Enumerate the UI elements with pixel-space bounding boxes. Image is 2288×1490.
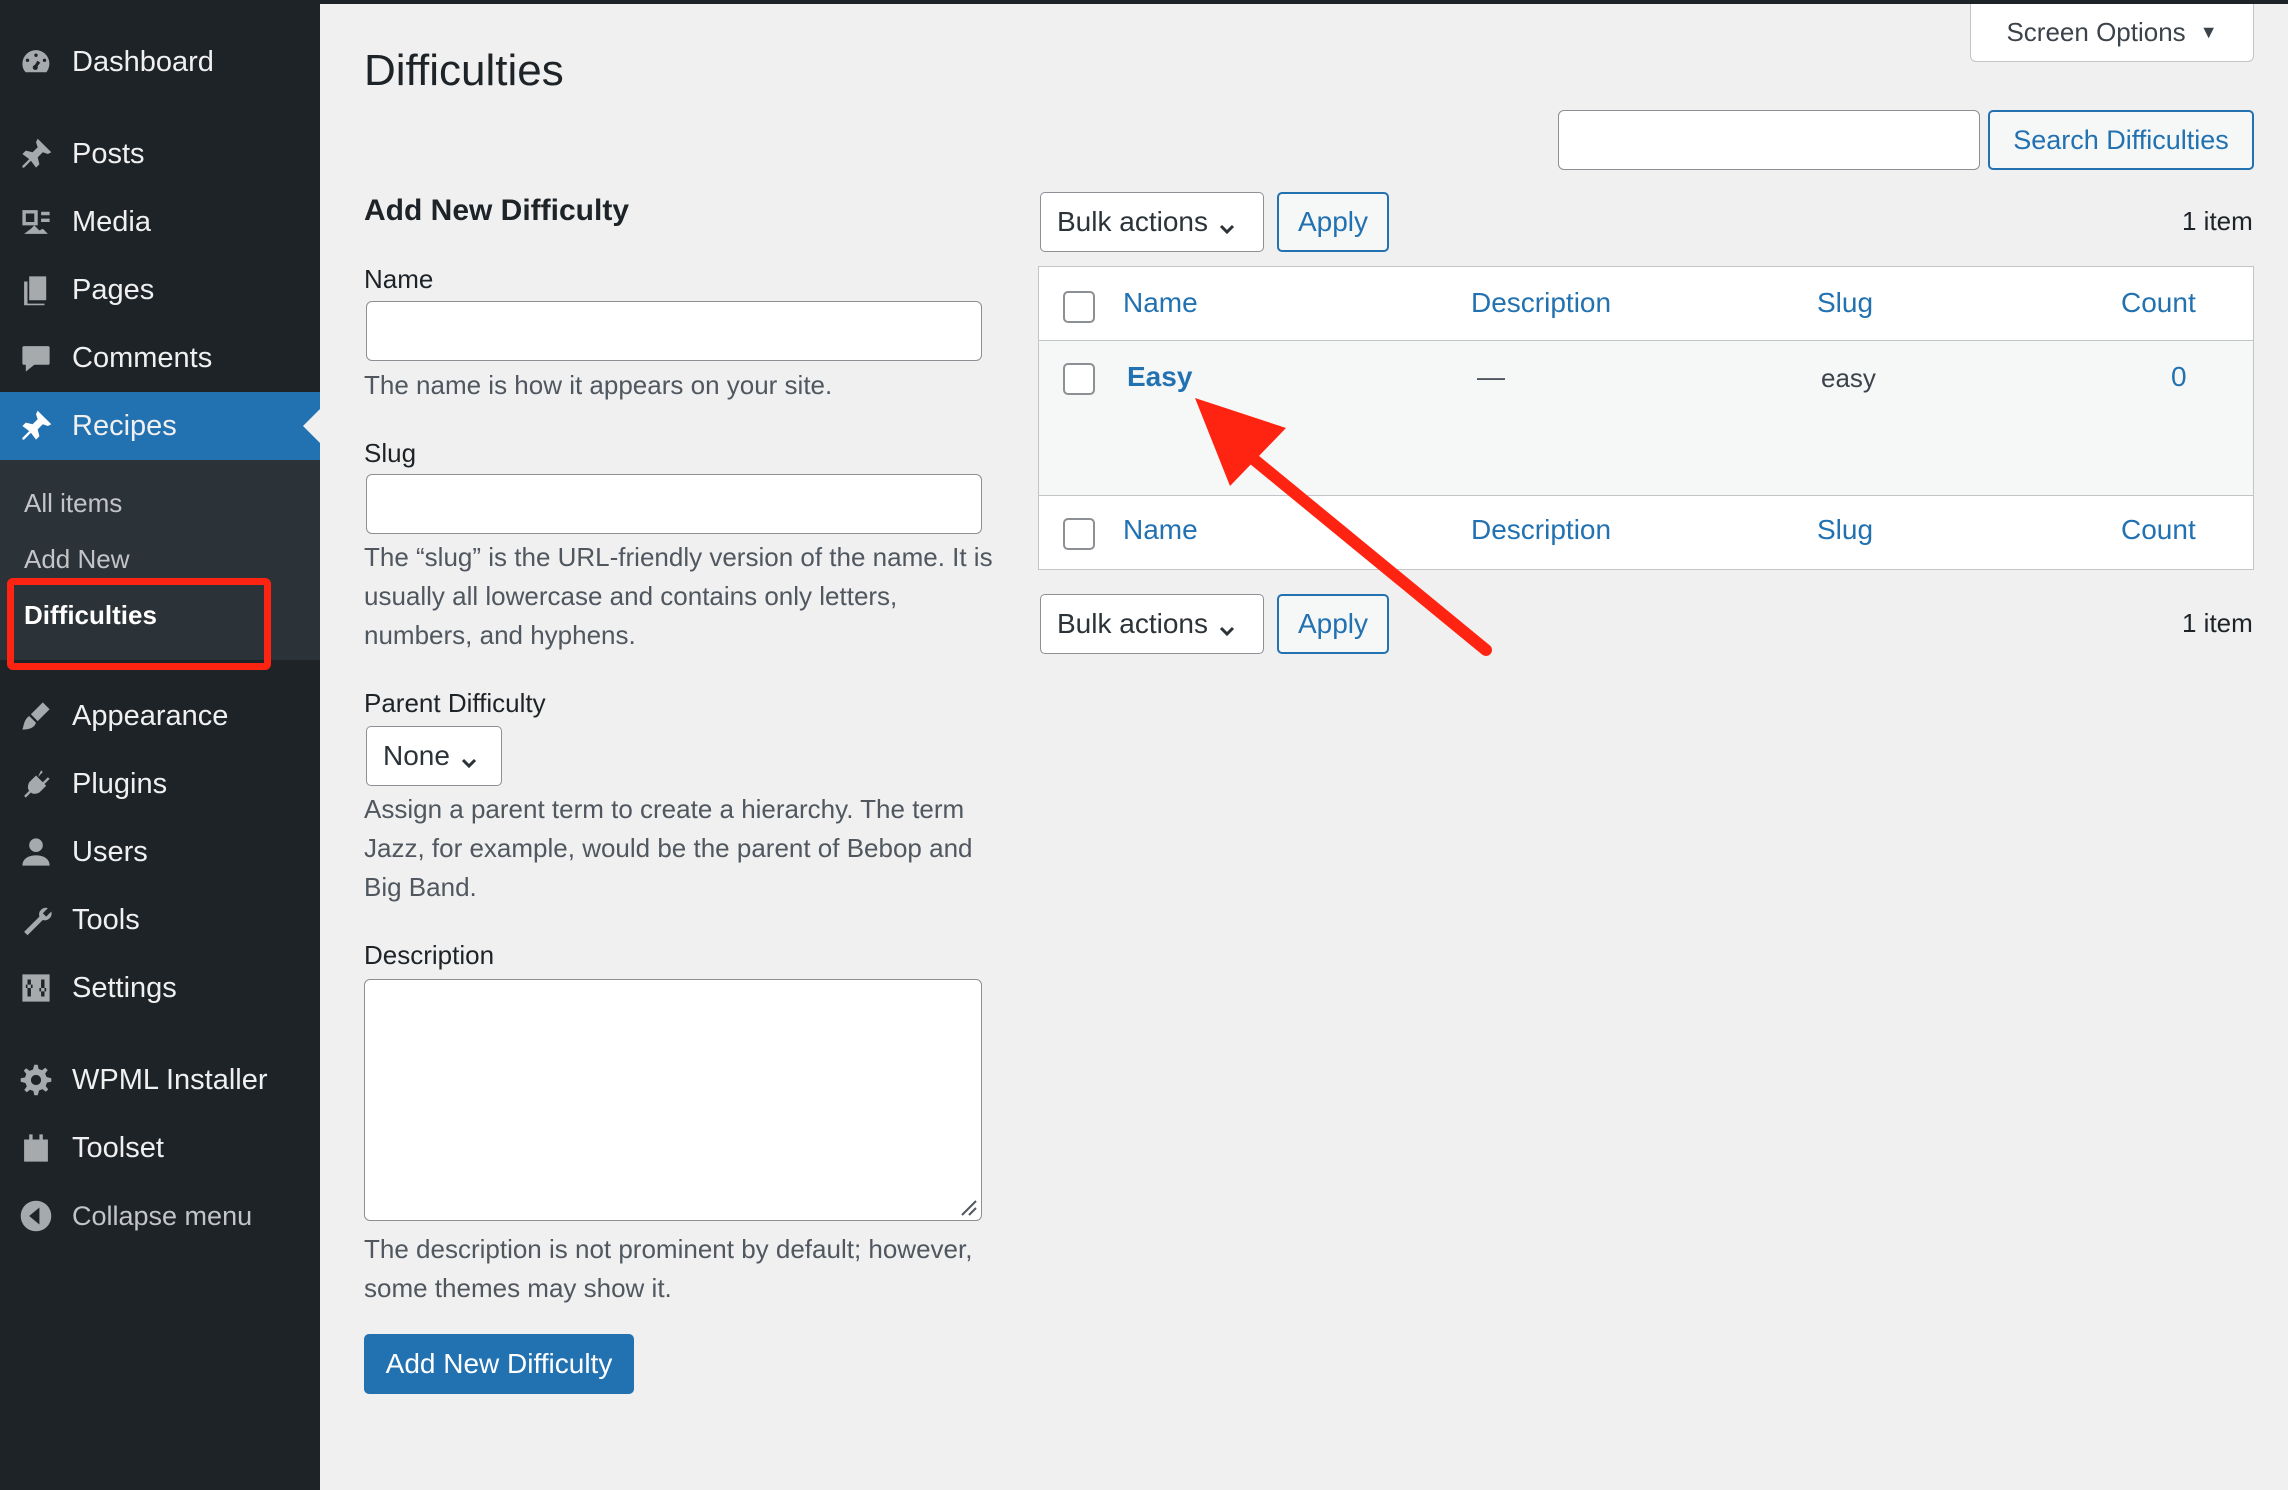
- pages-icon: [0, 273, 72, 307]
- sidebar-item-label: Media: [72, 205, 151, 238]
- sidebar-item-label: Comments: [72, 341, 213, 374]
- chevron-down-icon: [460, 747, 478, 769]
- sidebar-item-comments[interactable]: Comments: [0, 324, 320, 392]
- row-checkbox[interactable]: [1063, 363, 1095, 395]
- table-header-row: Name Description Slug Count: [1039, 267, 2253, 341]
- item-count-top: 1 item: [2182, 206, 2253, 236]
- item-count-bottom: 1 item: [2182, 608, 2253, 638]
- search-difficulties-button[interactable]: Search Difficulties: [1988, 110, 2254, 170]
- toolset-icon: [0, 1131, 72, 1165]
- sidebar-item-settings[interactable]: Settings: [0, 954, 320, 1022]
- sidebar-item-recipes[interactable]: Recipes: [0, 392, 320, 460]
- select-all-checkbox-bottom[interactable]: [1063, 518, 1095, 550]
- media-icon: [0, 205, 72, 239]
- sidebar-item-wpml-installer[interactable]: WPML Installer: [0, 1046, 320, 1114]
- resize-grip-icon[interactable]: [956, 1195, 978, 1217]
- screen-options-button[interactable]: Screen Options ▼: [1970, 4, 2254, 62]
- page-title: Difficulties: [364, 46, 564, 95]
- sidebar-item-label: WPML Installer: [72, 1063, 268, 1096]
- bulk-actions-value: Bulk actions: [1057, 608, 1208, 639]
- column-header-name[interactable]: Name: [1123, 287, 1198, 319]
- dashboard-icon: [0, 45, 72, 79]
- term-description: —: [1477, 361, 1505, 392]
- annotation-highlight-box: [7, 578, 271, 670]
- submenu-item-add-new[interactable]: Add New: [24, 544, 130, 575]
- apply-button-bottom[interactable]: Apply: [1277, 594, 1389, 654]
- description-label: Description: [364, 940, 495, 970]
- comment-icon: [0, 341, 72, 375]
- sidebar-item-label: Plugins: [72, 767, 168, 800]
- apply-button-top[interactable]: Apply: [1277, 192, 1389, 252]
- sidebar-item-label: Toolset: [72, 1131, 164, 1164]
- sidebar-item-label: Posts: [72, 137, 145, 170]
- search-input[interactable]: [1558, 110, 1980, 170]
- sidebar-item-posts[interactable]: Posts: [0, 120, 320, 188]
- pin-icon: [0, 409, 72, 443]
- sidebar-item-label: Users: [72, 835, 148, 868]
- sidebar-item-label: Dashboard: [72, 45, 214, 78]
- description-textarea[interactable]: [364, 979, 982, 1221]
- parent-help-text: Assign a parent term to create a hierarc…: [364, 794, 973, 902]
- collapse-arrow-icon: [0, 1199, 72, 1233]
- chevron-down-icon: [1218, 615, 1236, 637]
- add-new-difficulty-button[interactable]: Add New Difficulty: [364, 1334, 634, 1394]
- parent-select-value: None: [383, 740, 450, 771]
- column-header-description[interactable]: Description: [1471, 287, 1611, 319]
- name-input[interactable]: [366, 301, 982, 361]
- sidebar-item-toolset[interactable]: Toolset: [0, 1114, 320, 1182]
- column-footer-count[interactable]: Count: [2121, 514, 2196, 546]
- name-help-text: The name is how it appears on your site.: [364, 370, 833, 400]
- bulk-actions-value: Bulk actions: [1057, 206, 1208, 237]
- admin-sidebar: Dashboard Posts Media Pages Comments Rec…: [0, 0, 320, 1490]
- table-footer-row: Name Description Slug Count: [1039, 495, 2253, 569]
- sidebar-item-label: Tools: [72, 903, 140, 936]
- sidebar-item-pages[interactable]: Pages: [0, 256, 320, 324]
- sidebar-item-tools[interactable]: Tools: [0, 886, 320, 954]
- description-wrapper: [364, 979, 982, 1221]
- slug-help-text: The “slug” is the URL-friendly version o…: [364, 542, 993, 650]
- sidebar-item-plugins[interactable]: Plugins: [0, 750, 320, 818]
- submenu-item-all-items[interactable]: All items: [24, 488, 122, 519]
- screen-options-label: Screen Options: [2006, 17, 2186, 47]
- chevron-down-icon: [1218, 213, 1236, 235]
- sidebar-item-label: Appearance: [72, 699, 229, 732]
- collapse-menu-button[interactable]: Collapse menu: [0, 1182, 320, 1250]
- wrench-icon: [0, 903, 72, 937]
- terms-table: Name Description Slug Count Easy — easy …: [1038, 266, 2254, 570]
- sidebar-item-label: Recipes: [72, 409, 177, 442]
- column-footer-slug[interactable]: Slug: [1817, 514, 1873, 546]
- parent-select[interactable]: None: [366, 726, 502, 786]
- bulk-actions-select-top[interactable]: Bulk actions: [1040, 192, 1264, 252]
- pin-icon: [0, 137, 72, 171]
- collapse-menu-label: Collapse menu: [72, 1200, 253, 1231]
- sidebar-item-users[interactable]: Users: [0, 818, 320, 886]
- slug-label: Slug: [364, 438, 417, 468]
- sidebar-item-label: Settings: [72, 971, 177, 1004]
- user-icon: [0, 835, 72, 869]
- plug-icon: [0, 767, 72, 801]
- description-help-text: The description is not prominent by defa…: [364, 1234, 973, 1303]
- brush-icon: [0, 699, 72, 733]
- term-slug: easy: [1821, 363, 1876, 393]
- sidebar-item-dashboard[interactable]: Dashboard: [0, 28, 320, 96]
- add-new-heading: Add New Difficulty: [364, 194, 630, 227]
- bulk-actions-select-bottom[interactable]: Bulk actions: [1040, 594, 1264, 654]
- slug-input[interactable]: [366, 474, 982, 534]
- select-all-checkbox[interactable]: [1063, 291, 1095, 323]
- sidebar-item-label: Pages: [72, 273, 155, 306]
- column-footer-description[interactable]: Description: [1471, 514, 1611, 546]
- column-footer-name[interactable]: Name: [1123, 514, 1198, 546]
- term-name-link[interactable]: Easy: [1127, 361, 1192, 393]
- column-header-count[interactable]: Count: [2121, 287, 2196, 319]
- parent-label: Parent Difficulty: [364, 688, 546, 718]
- sidebar-item-media[interactable]: Media: [0, 188, 320, 256]
- gear-icon: [0, 1063, 72, 1097]
- sidebar-item-appearance[interactable]: Appearance: [0, 682, 320, 750]
- sliders-icon: [0, 971, 72, 1005]
- term-count-link[interactable]: 0: [2171, 361, 2187, 393]
- caret-down-icon: ▼: [2199, 22, 2218, 42]
- name-label: Name: [364, 264, 434, 294]
- column-header-slug[interactable]: Slug: [1817, 287, 1873, 319]
- table-row: Easy — easy 0: [1039, 341, 2253, 495]
